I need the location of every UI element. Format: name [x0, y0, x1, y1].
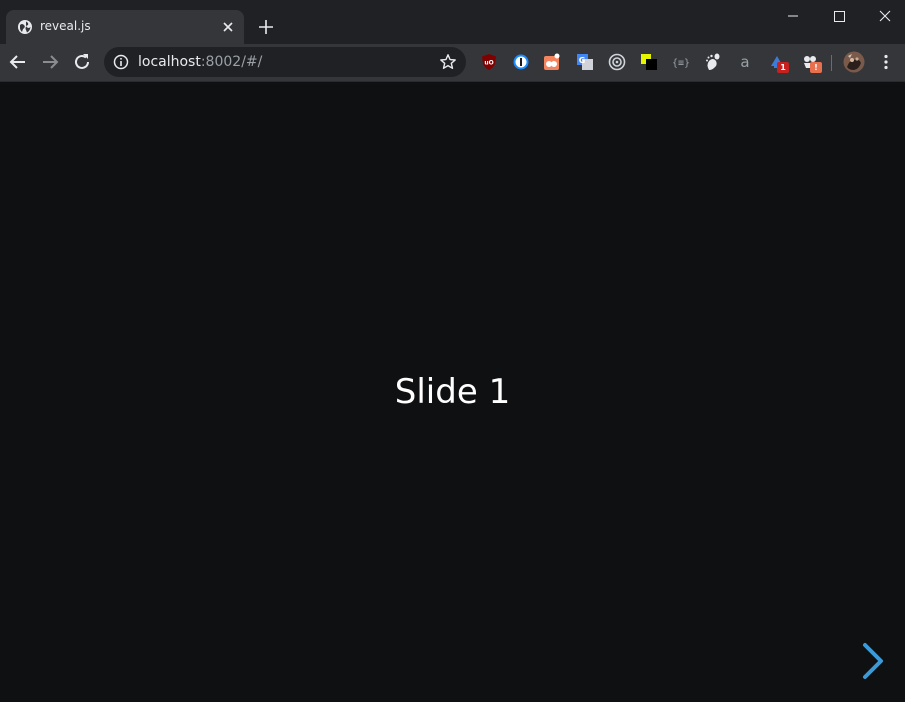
- svg-text:uO: uO: [484, 60, 493, 67]
- ublock-icon[interactable]: uO: [480, 53, 498, 71]
- toolbar: localhost:8002/#/ uO G {≡} a 1 !: [0, 44, 905, 82]
- json-icon[interactable]: {≡}: [672, 53, 690, 71]
- svg-text:a: a: [740, 53, 749, 71]
- amazon-icon[interactable]: a: [736, 53, 754, 71]
- globe-icon: [18, 20, 32, 34]
- extension-icon[interactable]: [543, 53, 561, 71]
- forward-icon[interactable]: [39, 51, 61, 73]
- window-close-icon[interactable]: [873, 6, 897, 26]
- gnome-icon[interactable]: [704, 53, 722, 71]
- browser-window: reveal.js localhost:8002/#/ uO G {≡} a 1…: [0, 0, 905, 702]
- slide-viewport: Slide 1: [0, 82, 905, 702]
- svg-text:G: G: [579, 56, 586, 65]
- tab-strip: reveal.js: [0, 0, 905, 44]
- address-bar[interactable]: localhost:8002/#/: [104, 47, 466, 77]
- browser-tab[interactable]: reveal.js: [6, 10, 244, 44]
- toolbar-divider: [831, 55, 832, 71]
- maximize-icon[interactable]: [827, 6, 851, 26]
- translate-icon[interactable]: G: [576, 53, 594, 71]
- close-icon[interactable]: [220, 19, 236, 35]
- new-tab-icon[interactable]: [256, 17, 276, 37]
- next-slide-arrow-icon[interactable]: [860, 642, 886, 680]
- avatar[interactable]: [843, 51, 865, 73]
- color-picker-icon[interactable]: [640, 53, 658, 71]
- url-text[interactable]: localhost:8002/#/: [138, 54, 262, 70]
- tab-title: reveal.js: [40, 19, 91, 33]
- reload-icon[interactable]: [71, 51, 93, 73]
- menu-icon[interactable]: [877, 53, 895, 71]
- alert-extension[interactable]: !: [802, 53, 822, 73]
- warning-badge: !: [810, 62, 822, 73]
- info-icon[interactable]: [113, 54, 129, 70]
- back-icon[interactable]: [7, 51, 29, 73]
- notification-badge: 1: [777, 62, 789, 73]
- tag-extension[interactable]: 1: [768, 53, 789, 73]
- target-icon[interactable]: [608, 53, 626, 71]
- url-host: localhost: [138, 54, 201, 70]
- minimize-icon[interactable]: [781, 6, 805, 26]
- star-icon[interactable]: [439, 53, 457, 71]
- onepassword-icon[interactable]: [512, 53, 530, 71]
- svg-text:{≡}: {≡}: [672, 58, 690, 69]
- url-path: :8002/#/: [200, 54, 263, 70]
- slide-title: Slide 1: [394, 372, 511, 412]
